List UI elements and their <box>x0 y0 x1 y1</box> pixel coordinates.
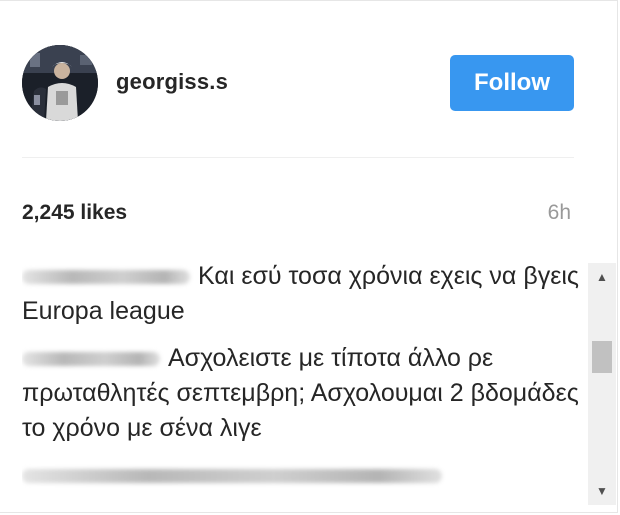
redacted-username <box>22 352 160 367</box>
follow-button[interactable]: Follow <box>450 55 574 111</box>
post-header: georgiss.s Follow <box>22 45 574 121</box>
comment-item <box>22 458 586 493</box>
username[interactable]: georgiss.s <box>116 69 228 95</box>
likes-count[interactable]: 2,245 likes <box>22 201 127 225</box>
redacted-username <box>22 270 190 285</box>
comments-list: Και εσύ τοσα χρόνια εχεις να βγεις Europ… <box>22 259 586 507</box>
scroll-up-arrow-icon[interactable]: ▲ <box>588 265 616 289</box>
scroll-thumb[interactable] <box>592 341 612 373</box>
post-panel: georgiss.s Follow 2,245 likes 6h Και εσύ… <box>0 0 618 513</box>
redacted-username <box>22 469 442 484</box>
comment-item: Ασχολειστε με τίποτα άλλο ρε πρωταθλητές… <box>22 341 586 446</box>
comment-item: Και εσύ τοσα χρόνια εχεις να βγεις Europ… <box>22 259 586 329</box>
scroll-down-arrow-icon[interactable]: ▼ <box>588 479 616 503</box>
header-divider <box>22 157 574 158</box>
avatar[interactable] <box>22 45 98 121</box>
post-timestamp[interactable]: 6h <box>548 201 571 225</box>
avatar-photo-icon <box>22 45 98 121</box>
comments-scrollbar[interactable]: ▲ ▼ <box>588 263 616 505</box>
